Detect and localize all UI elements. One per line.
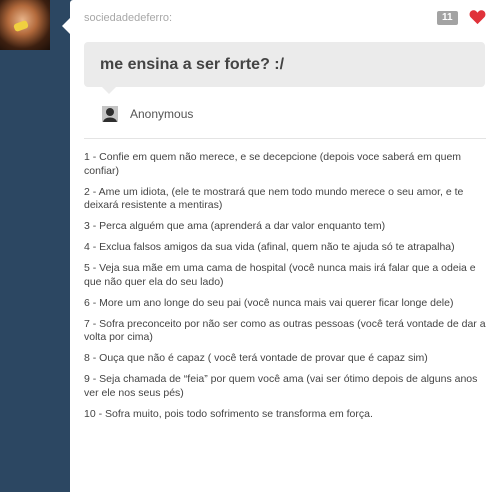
question-text: me ensina a ser forte? :/ <box>100 56 285 73</box>
answer-body: 1 - Confie em quem não merece, e se dece… <box>84 151 489 429</box>
answer-item: 5 - Veja sua mãe em uma cama de hospital… <box>84 262 476 288</box>
answer-item: 6 - More um ano longe do seu pai (você n… <box>84 296 454 309</box>
answer-item: 9 - Seja chamada de “feia” por quem você… <box>84 373 478 399</box>
answer-item: 2 - Ame um idiota, (ele te mostrará que … <box>84 185 464 212</box>
answer-item: 8 - Ouça que não é capaz ( você terá von… <box>84 352 428 364</box>
blog-avatar[interactable] <box>0 0 50 50</box>
anonymous-avatar-icon <box>102 106 118 122</box>
note-count-badge[interactable]: 11 <box>437 11 458 25</box>
answer-item: 1 - Confie em quem não merece, e se dece… <box>84 151 462 177</box>
heart-icon[interactable] <box>469 9 486 25</box>
post-card: sociedadedeferro: 11 me ensina a ser for… <box>70 0 500 492</box>
post-username[interactable]: sociedadedeferro: <box>84 12 172 24</box>
asker-name: Anonymous <box>130 107 194 121</box>
question-box: me ensina a ser forte? :/ <box>84 42 485 87</box>
post-pointer <box>62 18 70 34</box>
question-pointer <box>102 87 116 94</box>
answer-item: 3 - Perca alguém que ama (aprenderá a da… <box>84 220 386 232</box>
divider <box>84 138 486 139</box>
answer-item: 10 - Sofra muito, pois todo sofrimento s… <box>84 407 373 420</box>
answer-item: 7 - Sofra preconceito por não ser como a… <box>84 317 486 344</box>
answer-item: 4 - Exclua falsos amigos da sua vida (af… <box>84 241 455 253</box>
